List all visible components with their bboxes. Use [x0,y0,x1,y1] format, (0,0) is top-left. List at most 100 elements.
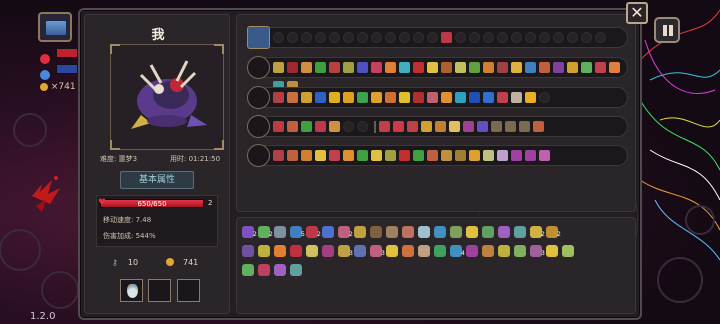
empty-gem-slot[interactable] [469,32,480,43]
item-icon[interactable] [370,226,382,238]
item-icon[interactable] [514,245,526,257]
weapon-row[interactable] [247,115,628,138]
gem-icon[interactable] [469,150,480,161]
weapon-row[interactable] [247,86,628,109]
empty-gem-slot[interactable] [329,32,340,43]
empty-gem-slot[interactable] [595,32,606,43]
item-icon[interactable] [482,226,494,238]
item-icon[interactable] [514,226,526,238]
gem-icon[interactable] [301,121,312,132]
consumable-slot-2[interactable] [148,279,171,302]
gem-icon[interactable] [427,150,438,161]
gem-icon[interactable] [483,150,494,161]
item-icon[interactable] [258,245,270,257]
pause-button[interactable] [654,17,680,43]
inventory-chest-icon[interactable] [38,12,72,42]
gem-icon[interactable] [413,92,424,103]
gem-icon[interactable] [371,150,382,161]
consumable-slot-3[interactable] [177,279,200,302]
empty-gem-slot[interactable] [273,32,284,43]
item-icon[interactable] [546,245,558,257]
item-icon[interactable]: 2 [242,226,257,238]
empty-gem-slot[interactable] [525,32,536,43]
empty-gem-slot[interactable] [497,32,508,43]
gem-icon[interactable] [427,92,438,103]
item-icon[interactable]: 2 [546,226,561,238]
gem-icon[interactable] [463,121,474,132]
orb-staff-icon[interactable] [247,115,270,138]
gem-icon[interactable] [581,62,592,73]
item-icon[interactable]: 4 [450,245,465,257]
weapon-row[interactable] [247,26,628,49]
item-icon[interactable] [322,226,334,238]
gem-icon[interactable] [441,32,452,43]
item-icon[interactable] [386,226,398,238]
gem-icon[interactable] [539,62,550,73]
gem-icon[interactable] [329,62,340,73]
gem-icon[interactable] [505,121,516,132]
weapon-row[interactable] [247,56,628,92]
item-icon[interactable] [434,245,446,257]
empty-gem-slot[interactable] [455,32,466,43]
gem-icon[interactable] [273,150,284,161]
item-icon[interactable] [562,245,574,257]
empty-gem-slot[interactable] [539,32,550,43]
empty-gem-slot[interactable] [371,32,382,43]
item-icon[interactable]: 2 [338,226,353,238]
item-icon[interactable]: 2 [258,226,273,238]
gem-icon[interactable] [301,150,312,161]
gem-icon[interactable] [455,150,466,161]
gem-icon[interactable] [379,121,390,132]
gem-icon[interactable] [343,92,354,103]
staff-icon[interactable] [247,56,270,79]
item-icon[interactable] [354,245,366,257]
item-icon[interactable]: 3 [370,245,385,257]
empty-gem-slot[interactable] [343,121,354,132]
gem-icon[interactable] [519,121,530,132]
gem-icon[interactable] [595,62,606,73]
gem-icon[interactable] [315,121,326,132]
empty-gem-slot[interactable] [553,32,564,43]
gem-icon[interactable] [477,121,488,132]
gem-icon[interactable] [455,92,466,103]
gem-icon[interactable] [609,62,620,73]
empty-gem-slot[interactable] [427,32,438,43]
gem-icon[interactable] [399,62,410,73]
item-icon[interactable]: 2 [306,226,321,238]
empty-gem-slot[interactable] [287,32,298,43]
item-icon[interactable] [354,226,366,238]
branch-icon[interactable] [247,144,270,167]
gem-icon[interactable] [525,150,536,161]
gem-icon[interactable] [385,92,396,103]
item-icon[interactable]: 3 [338,245,353,257]
item-icon[interactable] [242,264,254,276]
item-icon[interactable] [466,245,478,257]
item-icon[interactable] [322,245,334,257]
gem-icon[interactable] [301,62,312,73]
item-icon[interactable] [498,226,510,238]
gem-icon[interactable] [357,62,368,73]
gem-icon[interactable] [511,62,522,73]
empty-gem-slot[interactable] [357,121,368,132]
gem-icon[interactable] [441,92,452,103]
gem-icon[interactable] [539,150,550,161]
gem-icon[interactable] [497,150,508,161]
item-icon[interactable] [418,245,430,257]
gem-icon[interactable] [287,150,298,161]
gem-icon[interactable] [273,92,284,103]
gem-icon[interactable] [273,62,284,73]
gem-icon[interactable] [497,62,508,73]
gem-icon[interactable] [357,150,368,161]
gem-icon[interactable] [413,62,424,73]
item-icon[interactable] [418,226,430,238]
item-icon[interactable] [402,245,414,257]
weapon-row[interactable] [247,144,628,167]
gem-icon[interactable] [553,62,564,73]
gem-icon[interactable] [399,150,410,161]
gem-icon[interactable] [315,92,326,103]
gem-icon[interactable] [393,121,404,132]
gem-icon[interactable] [511,92,522,103]
item-icon[interactable] [386,245,398,257]
gem-icon[interactable] [427,62,438,73]
empty-gem-slot[interactable] [399,32,410,43]
